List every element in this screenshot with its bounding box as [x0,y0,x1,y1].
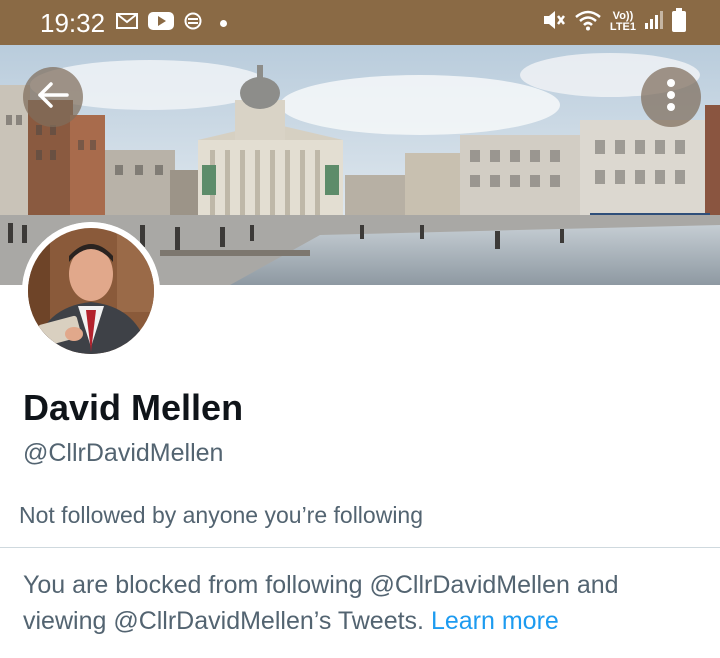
profile-name: David Mellen [23,387,244,428]
more-options-button[interactable] [641,67,701,127]
volte-indicator: Vo)) LTE1 [610,11,636,33]
wifi-icon [574,9,602,36]
followers-you-know-note: Not followed by anyone you’re following [19,502,424,528]
learn-more-link[interactable]: Learn more [431,607,559,635]
volte-bottom-label: LTE1 [609,21,636,33]
status-bar: 19:32 Vo)) LTE1 [0,0,720,45]
mute-icon [542,9,566,36]
notification-dot-icon [220,19,227,27]
status-time: 19:32 [40,8,106,38]
vpn-icon [184,12,202,35]
avatar[interactable] [22,222,160,360]
signal-icon [644,10,664,35]
mail-icon [116,12,138,34]
blocked-notice: You are blocked from following @CllrDavi… [23,567,703,639]
status-right-icons: Vo)) LTE1 [542,7,686,37]
divider [0,547,720,548]
back-button[interactable] [23,67,83,127]
youtube-icon [148,11,174,35]
battery-icon [672,7,686,37]
arrow-left-icon [36,81,70,113]
profile-handle: @CllrDavidMellen [23,439,224,467]
more-vertical-icon [666,78,676,117]
status-left-icons [116,11,227,35]
